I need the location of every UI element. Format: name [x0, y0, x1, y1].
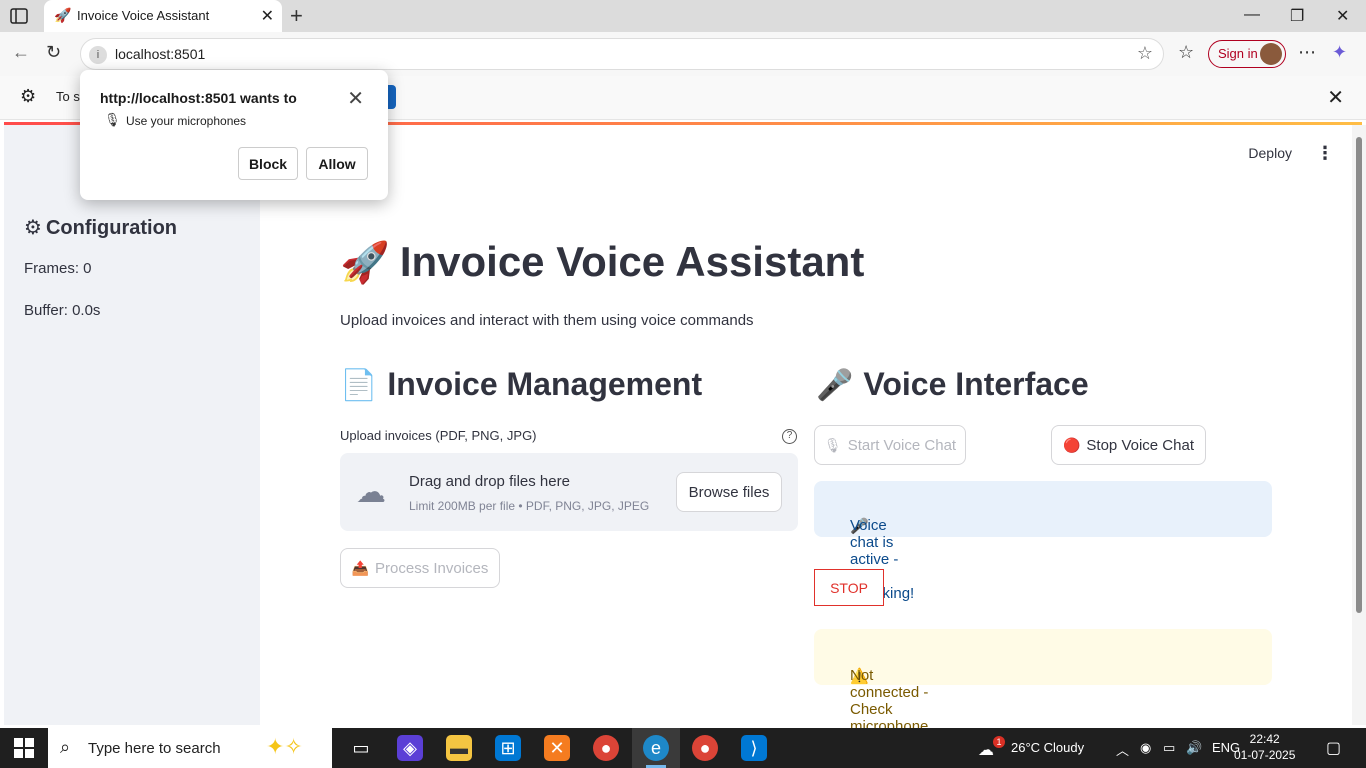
permission-request: Use your microphones	[126, 114, 247, 128]
main-menu-icon[interactable]: ⋮	[1316, 143, 1334, 164]
copilot-icon[interactable]: ✦	[1332, 42, 1347, 63]
rocket-icon: 🚀	[54, 7, 72, 23]
gear-icon: ⚙	[20, 86, 37, 106]
close-popup-icon[interactable]: ✕	[347, 86, 364, 111]
close-window-icon[interactable]: ✕	[1336, 6, 1349, 26]
tab-strip: 🚀 Invoice Voice Assistant ✕ + — ❐ ✕	[0, 0, 1366, 32]
invoice-heading: 📄 Invoice Management	[340, 366, 703, 402]
sidebar: ⚙ Configuration Frames: 0 Buffer: 0.0s	[4, 125, 260, 725]
refresh-icon[interactable]: ↻	[46, 42, 61, 63]
site-info-icon[interactable]: i	[89, 46, 107, 64]
copilot-app-icon[interactable]: ◈	[397, 735, 423, 761]
stop-circle-icon: 🔴	[1062, 436, 1081, 453]
task-view-icon[interactable]: ▭	[348, 735, 374, 761]
allow-button[interactable]: Allow	[306, 147, 368, 180]
clock[interactable]: 22:42 01-07-2025	[1234, 731, 1295, 763]
scrollbar[interactable]	[1352, 125, 1366, 725]
more-menu-icon[interactable]: ⋯	[1298, 42, 1316, 63]
deploy-button[interactable]: Deploy	[1248, 145, 1292, 161]
block-button[interactable]: Block	[238, 147, 298, 180]
battery-icon[interactable]: ▭	[1163, 740, 1175, 756]
start-voice-chat-button[interactable]: 🎙 Start Voice Chat	[814, 425, 966, 465]
browser-tab[interactable]: 🚀 Invoice Voice Assistant ✕	[44, 0, 282, 32]
address-bar[interactable]: i localhost:8501 ☆	[80, 38, 1164, 70]
clock-time: 22:42	[1249, 732, 1280, 746]
upload-label: Upload invoices (PDF, PNG, JPG)	[340, 428, 537, 443]
sign-in-label: Sign in	[1218, 46, 1258, 61]
minimize-icon[interactable]: —	[1244, 6, 1260, 24]
upload-cloud-icon: ☁	[356, 476, 386, 509]
volume-icon[interactable]: 🔊	[1186, 740, 1202, 756]
page-title: 🚀 Invoice Voice Assistant	[340, 238, 865, 285]
voice-heading: 🎤 Voice Interface	[816, 366, 1089, 402]
scrollbar-thumb[interactable]	[1356, 137, 1362, 613]
weather-text[interactable]: 26°C Cloudy	[1011, 740, 1084, 755]
close-notification-icon[interactable]: ✕	[1327, 85, 1344, 110]
process-invoices-button[interactable]: 📤 Process Invoices	[340, 548, 500, 588]
clock-date: 01-07-2025	[1234, 748, 1296, 762]
stop-voice-chat-button[interactable]: 🔴 Stop Voice Chat	[1051, 425, 1206, 465]
meet-icon[interactable]: ◉	[1140, 740, 1151, 756]
avatar	[1260, 43, 1282, 65]
browse-files-button[interactable]: Browse files	[676, 472, 782, 512]
chrome-icon[interactable]: ●	[593, 735, 619, 761]
notification-text: To s	[56, 89, 80, 104]
weather-badge: 1	[993, 736, 1005, 748]
buffer-length: Buffer: 0.0s	[24, 302, 101, 319]
restore-icon[interactable]: ❐	[1290, 6, 1304, 26]
xampp-icon[interactable]: ✕	[544, 735, 570, 761]
drop-text: Drag and drop files here	[409, 473, 570, 490]
taskbar-search[interactable]: ⌕ Type here to search ✦✧	[48, 728, 332, 768]
file-explorer-icon[interactable]: ▬	[446, 735, 472, 761]
favorites-icon[interactable]: ☆	[1178, 42, 1194, 63]
sparkle-icon: ✦✧	[266, 734, 303, 759]
stop-button[interactable]: STOP	[814, 569, 884, 606]
taskbar: ⌕ Type here to search ✦✧ ▭ ◈ ▬ ⊞ ✕ ● e ●…	[0, 728, 1366, 768]
close-tab-icon[interactable]: ✕	[261, 6, 274, 26]
permission-title: http://localhost:8501 wants to	[100, 90, 297, 106]
chrome-profile-icon[interactable]: ●	[692, 735, 718, 761]
weather-cloud-icon[interactable]: ☁	[978, 740, 994, 760]
microphone-icon: 🎙	[104, 112, 121, 127]
rocket-icon: 🚀	[340, 241, 390, 285]
notifications-icon[interactable]: ▢	[1326, 738, 1341, 758]
document-icon: 📄	[340, 369, 378, 402]
sign-in-button[interactable]: Sign in	[1208, 40, 1286, 68]
store-icon[interactable]: ⊞	[495, 735, 521, 761]
microphone-icon: 🎤	[816, 369, 854, 402]
favorite-star-icon[interactable]: ☆	[1137, 43, 1153, 64]
frames-count: Frames: 0	[24, 260, 92, 277]
permission-popup: http://localhost:8501 wants to ✕ 🎙 Use y…	[80, 70, 388, 200]
help-icon[interactable]: ?	[782, 429, 797, 444]
limit-text: Limit 200MB per file • PDF, PNG, JPG, JP…	[409, 499, 650, 513]
voice-active-alert: 🎤 Voice chat is active - Start speaking!	[814, 481, 1272, 602]
search-placeholder: Type here to search	[88, 740, 221, 757]
gear-icon: ⚙	[24, 217, 42, 239]
page-subtitle: Upload invoices and interact with them u…	[340, 312, 754, 329]
inbox-tray-icon: 📤	[351, 559, 370, 576]
search-icon: ⌕	[60, 737, 71, 757]
edge-icon[interactable]: e	[643, 735, 669, 761]
tab-title: Invoice Voice Assistant	[77, 8, 210, 23]
show-hidden-icons[interactable]: ︿	[1116, 740, 1129, 759]
vscode-icon[interactable]: ⟩	[741, 735, 767, 761]
back-icon[interactable]: ←	[12, 42, 30, 63]
url-text: localhost:8501	[115, 46, 206, 62]
sidebar-title: ⚙ Configuration	[24, 217, 178, 239]
tab-actions-icon[interactable]	[10, 8, 28, 24]
new-tab-icon[interactable]: +	[290, 3, 303, 29]
windows-start-icon[interactable]	[14, 738, 34, 758]
microphone-icon: 🎙	[823, 436, 842, 453]
connection-warning: ⚠️ Not connected - Check microphone perm…	[814, 629, 1272, 752]
